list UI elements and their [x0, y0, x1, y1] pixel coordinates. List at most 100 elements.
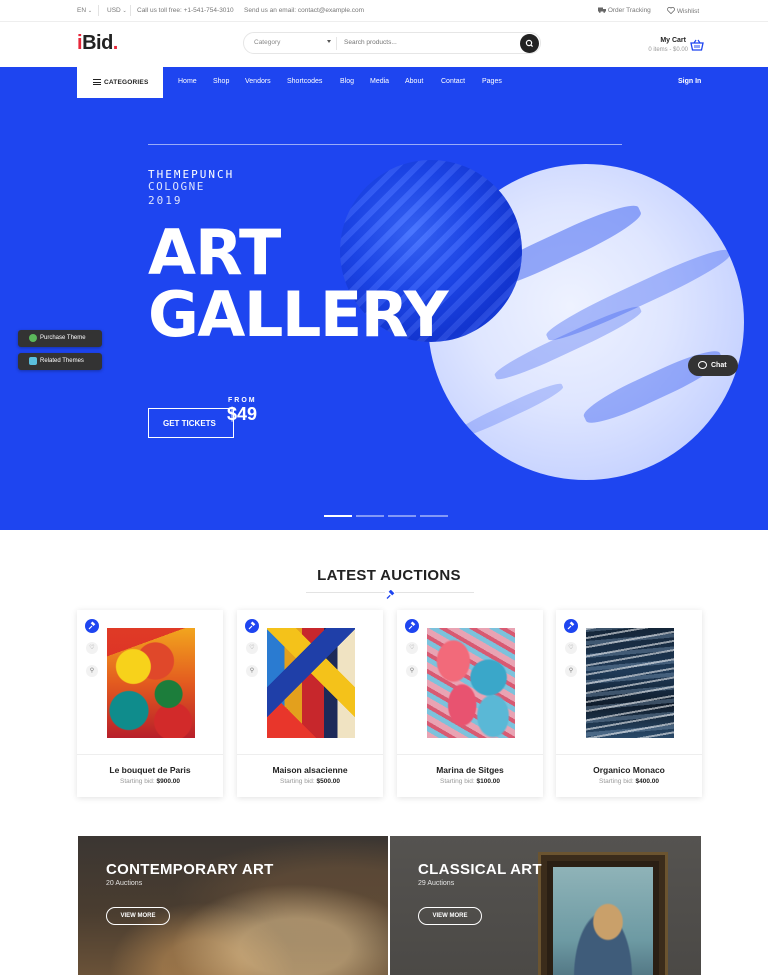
gavel-badge-icon — [245, 619, 259, 633]
chat-button[interactable]: Chat — [688, 355, 738, 376]
card-divider — [237, 754, 383, 755]
logo-dot: . — [112, 32, 119, 54]
menu-icon — [93, 79, 101, 85]
auction-title[interactable]: Le bouquet de Paris — [77, 765, 223, 775]
divider — [336, 37, 337, 50]
sign-in-link[interactable]: Sign In — [678, 78, 701, 85]
hero-rule — [148, 144, 622, 145]
slide-indicator-2[interactable] — [356, 515, 384, 517]
auction-card[interactable]: ♡ ⚲ Le bouquet de Paris Starting bid: $9… — [77, 610, 223, 797]
basket-icon[interactable] — [690, 39, 704, 51]
wishlist-link[interactable]: Wishlist — [667, 7, 699, 15]
main-nav: CATEGORIES Home Shop Vendors Shortcodes … — [0, 67, 768, 98]
auction-title[interactable]: Marina de Sitges — [397, 765, 543, 775]
nav-item-media[interactable]: Media — [370, 78, 389, 85]
truck-icon — [598, 7, 606, 13]
heart-icon — [667, 7, 675, 15]
order-tracking-link[interactable]: Order Tracking — [598, 7, 651, 14]
auction-count: 20 Auctions — [106, 880, 143, 887]
gavel-icon — [385, 587, 395, 599]
slide-indicator-4[interactable] — [420, 515, 448, 517]
framed-portrait-image — [538, 852, 668, 975]
ticket-price: $49 — [227, 404, 258, 424]
related-themes-tab[interactable]: Related Themes — [18, 353, 102, 370]
gavel-badge-icon — [564, 619, 578, 633]
top-bar: EN ⌄ USD ⌄ Call us toll free: +1-541-754… — [0, 0, 768, 22]
auction-title[interactable]: Organico Monaco — [556, 765, 702, 775]
email-text: Send us an email: contact@example.com — [244, 7, 365, 14]
gavel-badge-icon — [405, 619, 419, 633]
nav-item-vendors[interactable]: Vendors — [245, 78, 271, 85]
purchase-theme-tab[interactable]: Purchase Theme — [18, 330, 102, 347]
auction-count: 29 Auctions — [418, 880, 455, 887]
starting-bid: Starting bid: $400.00 — [599, 778, 659, 785]
artwork-image[interactable] — [586, 628, 674, 738]
card-divider — [556, 754, 702, 755]
nav-item-home[interactable]: Home — [178, 78, 197, 85]
cart-title[interactable]: My Cart — [660, 37, 686, 44]
quick-view-search-icon[interactable]: ⚲ — [406, 665, 418, 677]
nav-item-contact[interactable]: Contact — [441, 78, 465, 85]
category-banner-classical[interactable]: CLASSICAL ART 29 Auctions VIEW MORE — [390, 836, 701, 975]
nav-item-shop[interactable]: Shop — [213, 78, 229, 85]
artwork-image[interactable] — [427, 628, 515, 738]
site-header: iBid. Category My Cart 0 items - $0.00 — [0, 22, 768, 67]
artwork-image[interactable] — [267, 628, 355, 738]
auction-card[interactable]: ♡ ⚲ Marina de Sitges Starting bid: $100.… — [397, 610, 543, 797]
nav-item-blog[interactable]: Blog — [340, 78, 354, 85]
wishlist-heart-icon[interactable]: ♡ — [86, 642, 98, 654]
nav-item-about[interactable]: About — [405, 78, 423, 85]
cart-summary: 0 items - $0.00 — [648, 47, 688, 53]
auction-title[interactable]: Maison alsacienne — [237, 765, 383, 775]
categories-button[interactable]: CATEGORIES — [77, 67, 163, 98]
order-tracking-label: Order Tracking — [607, 7, 651, 14]
chevron-down-icon — [327, 40, 331, 43]
quick-view-search-icon[interactable]: ⚲ — [565, 665, 577, 677]
auction-card[interactable]: ♡ ⚲ Organico Monaco Starting bid: $400.0… — [556, 610, 702, 797]
starting-bid: Starting bid: $900.00 — [120, 778, 180, 785]
divider — [130, 5, 131, 16]
get-tickets-button[interactable]: GET TICKETS — [148, 408, 234, 438]
starting-bid: Starting bid: $500.00 — [280, 778, 340, 785]
leaf-icon — [29, 334, 37, 342]
wishlist-heart-icon[interactable]: ♡ — [246, 642, 258, 654]
search-icon — [525, 39, 534, 48]
chat-bubble-icon — [698, 361, 707, 369]
chat-label: Chat — [711, 362, 727, 369]
hero-title-line-1: ART — [148, 216, 281, 289]
category-banner-contemporary[interactable]: CONTEMPORARY ART 20 Auctions VIEW MORE — [78, 836, 388, 975]
hero-slider: THEMEPUNCH COLOGNE 2019 ART GALLERY GET … — [0, 98, 768, 530]
card-divider — [77, 754, 223, 755]
view-more-button[interactable]: VIEW MORE — [106, 907, 170, 925]
search-input[interactable] — [344, 39, 514, 46]
gavel-badge-icon — [85, 619, 99, 633]
nav-item-pages[interactable]: Pages — [482, 78, 502, 85]
wishlist-heart-icon[interactable]: ♡ — [406, 642, 418, 654]
view-more-button[interactable]: VIEW MORE — [418, 907, 482, 925]
logo-text: Bid — [82, 32, 113, 54]
slide-indicator-3[interactable] — [388, 515, 416, 517]
categories-label: CATEGORIES — [104, 79, 149, 86]
get-tickets-label: GET TICKETS — [163, 419, 216, 428]
grid-icon — [29, 357, 37, 365]
site-logo[interactable]: iBid. — [77, 32, 118, 55]
auction-card[interactable]: ♡ ⚲ Maison alsacienne Starting bid: $500… — [237, 610, 383, 797]
starting-bid: Starting bid: $100.00 — [440, 778, 500, 785]
quick-view-search-icon[interactable]: ⚲ — [86, 665, 98, 677]
search-button[interactable] — [520, 34, 539, 53]
search-category-select[interactable]: Category — [254, 39, 280, 46]
related-themes-label: Related Themes — [40, 358, 84, 364]
nav-item-shortcodes[interactable]: Shortcodes — [287, 78, 322, 85]
currency-select[interactable]: USD ⌄ — [107, 7, 127, 14]
hero-city: COLOGNE — [148, 180, 205, 193]
hero-year: 2019 — [148, 194, 183, 207]
card-divider — [397, 754, 543, 755]
section-title: LATEST AUCTIONS — [317, 567, 461, 584]
language-select[interactable]: EN ⌄ — [77, 7, 92, 14]
slide-indicator-1[interactable] — [324, 515, 352, 517]
category-title: CONTEMPORARY ART — [106, 861, 274, 878]
quick-view-search-icon[interactable]: ⚲ — [246, 665, 258, 677]
search-bar: Category — [243, 32, 541, 54]
artwork-image[interactable] — [107, 628, 195, 738]
wishlist-heart-icon[interactable]: ♡ — [565, 642, 577, 654]
